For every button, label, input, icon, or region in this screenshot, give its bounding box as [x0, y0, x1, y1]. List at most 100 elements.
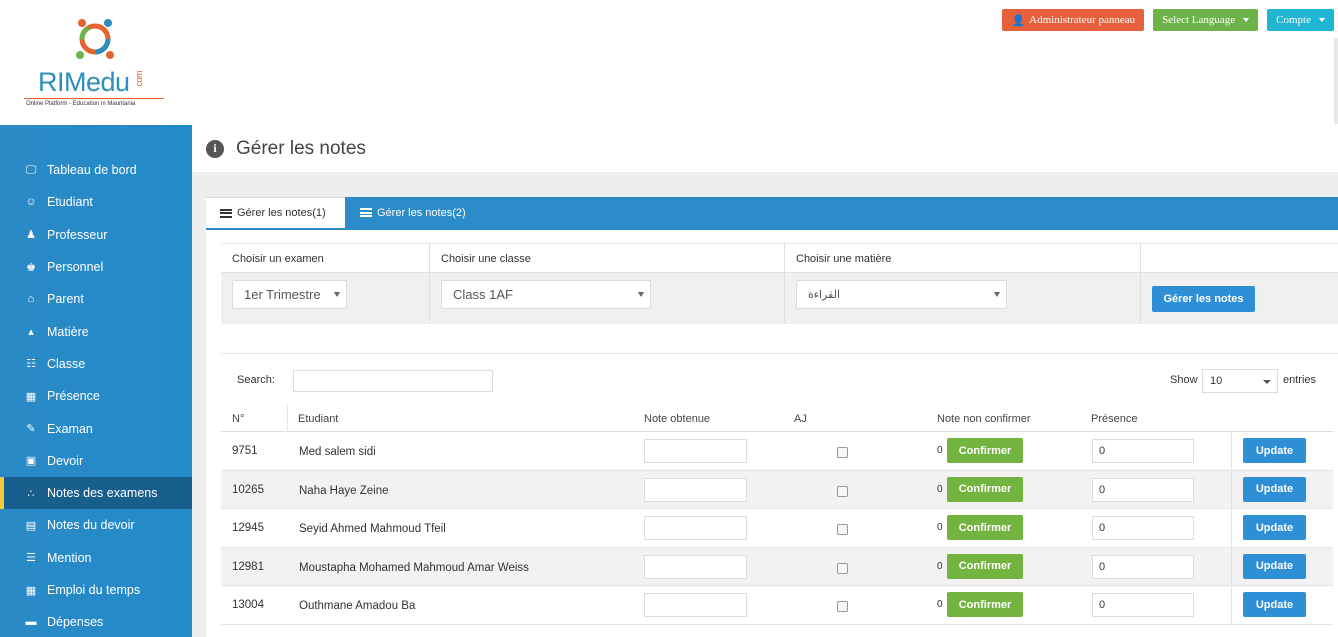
- search-input[interactable]: [293, 370, 493, 392]
- update-button[interactable]: Update: [1243, 592, 1306, 618]
- sidebar-item-label: Devoir: [47, 453, 84, 468]
- search-label: Search:: [237, 374, 275, 386]
- sidebar-item-4[interactable]: ⌂ Parent: [0, 283, 192, 315]
- update-button[interactable]: Update: [1243, 553, 1306, 579]
- chevron-down-icon: [638, 292, 644, 297]
- tab-manage-notes-2[interactable]: Gérer les notes(2): [360, 197, 466, 228]
- list-icon: [220, 208, 232, 218]
- aj-checkbox[interactable]: [837, 524, 848, 536]
- col-unconfirmed[interactable]: Note non confirmer: [937, 413, 1031, 425]
- brand-name: RIMedu com: [38, 67, 144, 97]
- credit-card-icon: ▬: [25, 616, 37, 629]
- update-button[interactable]: Update: [1243, 515, 1306, 541]
- select-language-button[interactable]: Select Language: [1153, 9, 1259, 31]
- student-name: Naha Haye Zeine: [299, 484, 389, 497]
- sidebar-item-0[interactable]: 🖵 Tableau de bord: [0, 154, 192, 186]
- list-icon: [360, 208, 372, 217]
- sidebar-item-7[interactable]: ▦ Présence: [0, 380, 192, 412]
- sidebar-item-1[interactable]: ☺ Etudiant: [0, 186, 192, 218]
- manage-notes-button[interactable]: Gérer les notes: [1152, 286, 1255, 312]
- entries-label: entries: [1283, 374, 1317, 386]
- presence-input[interactable]: 0: [1092, 477, 1194, 502]
- sidebar-item-11[interactable]: ▤ Notes du devoir: [0, 509, 192, 541]
- entries-select[interactable]: 10: [1202, 369, 1278, 393]
- filter-form: Choisir un examen Choisir une classe Cho…: [221, 243, 1338, 324]
- sitemap-icon: ∴: [27, 487, 35, 500]
- confirm-button[interactable]: Confirmer: [947, 438, 1023, 463]
- table-row: 9751 Med salem sidi 0 Confirmer 0 Update: [221, 432, 1333, 471]
- sidebar-item-12[interactable]: ☰ Mention: [0, 542, 192, 574]
- note-input[interactable]: [644, 516, 747, 541]
- sidebar-item-13[interactable]: ▦ Emploi du temps: [0, 574, 192, 606]
- update-button[interactable]: Update: [1243, 476, 1306, 502]
- table-header: N° Etudiant Note obtenue AJ Note non con…: [221, 405, 1333, 432]
- teacher-icon: ♟: [26, 229, 36, 242]
- row-number: 12945: [232, 522, 264, 535]
- unconfirmed-note: 0: [937, 560, 943, 572]
- confirm-button[interactable]: Confirmer: [947, 515, 1023, 541]
- note-input[interactable]: [644, 439, 747, 463]
- student-name: Outhmane Amadou Ba: [299, 600, 416, 613]
- note-input[interactable]: [644, 554, 747, 579]
- tab-underline: [206, 228, 1338, 230]
- note-input[interactable]: [644, 477, 747, 502]
- sidebar-item-label: Dépenses: [47, 615, 104, 630]
- user-icon: 👤: [1011, 14, 1026, 27]
- sidebar-item-14[interactable]: ▬ Dépenses: [0, 606, 192, 637]
- col-student[interactable]: Etudiant: [298, 413, 338, 425]
- sidebar-item-3[interactable]: ♚ Personnel: [0, 251, 192, 283]
- presence-input[interactable]: 0: [1092, 439, 1194, 463]
- caret-down-icon: [1243, 18, 1250, 22]
- col-aj[interactable]: AJ: [794, 413, 807, 425]
- sidebar-item-label: Emploi du temps: [47, 583, 141, 597]
- list-icon: ☰: [26, 552, 36, 565]
- sidebar-item-label: Matière: [47, 324, 89, 339]
- col-note[interactable]: Note obtenue: [644, 413, 710, 425]
- presence-input[interactable]: 0: [1092, 554, 1194, 579]
- subject-select[interactable]: القراءة: [796, 280, 1007, 309]
- sidebar-item-8[interactable]: ✎ Examan: [0, 412, 192, 444]
- confirm-button[interactable]: Confirmer: [947, 476, 1023, 502]
- scrollbar[interactable]: [1334, 38, 1338, 124]
- confirm-button[interactable]: Confirmer: [947, 592, 1023, 618]
- account-button[interactable]: Compte: [1267, 9, 1334, 31]
- col-presence[interactable]: Présence: [1091, 413, 1137, 425]
- show-label: Show: [1170, 374, 1198, 386]
- sidebar-item-label: Parent: [47, 292, 84, 307]
- subject-label: Choisir une matière: [796, 253, 892, 265]
- update-button[interactable]: Update: [1243, 438, 1306, 463]
- col-num[interactable]: N°: [232, 413, 244, 425]
- exam-select[interactable]: 1er Trimestre: [232, 280, 347, 309]
- unconfirmed-note: 0: [937, 483, 943, 495]
- sidebar-item-9[interactable]: ▣ Devoir: [0, 445, 192, 477]
- exam-label: Choisir un examen: [232, 253, 324, 265]
- sidebar-item-6[interactable]: ☷ Classe: [0, 348, 192, 380]
- unconfirmed-note: 0: [937, 599, 943, 611]
- notes-panel: Gérer les notes(1) Gérer les notes(2) Ch…: [206, 197, 1338, 637]
- sidebar-item-label: Personnel: [47, 260, 104, 275]
- staff-icon: ♚: [26, 261, 36, 274]
- aj-checkbox[interactable]: [837, 601, 848, 613]
- chevron-down-icon: [1263, 380, 1271, 384]
- aj-checkbox[interactable]: [837, 562, 848, 574]
- row-number: 13004: [232, 599, 264, 612]
- presence-input[interactable]: 0: [1092, 593, 1194, 618]
- admin-panel-button[interactable]: 👤 Administrateur panneau: [1002, 9, 1145, 31]
- presence-input[interactable]: 0: [1092, 516, 1194, 541]
- sidebar-item-2[interactable]: ♟ Professeur: [0, 219, 192, 251]
- sidebar-item-label: Notes du devoir: [47, 518, 135, 533]
- aj-checkbox[interactable]: [837, 485, 848, 497]
- parent-icon: ⌂: [27, 293, 35, 306]
- confirm-button[interactable]: Confirmer: [947, 553, 1023, 579]
- notes-table: N° Etudiant Note obtenue AJ Note non con…: [221, 405, 1333, 625]
- sidebar-item-10[interactable]: ∴ Notes des examens: [0, 476, 192, 510]
- calendar-icon: ▦: [25, 584, 37, 597]
- logo[interactable]: RIMedu com Online Platform - Education in…: [10, 5, 180, 113]
- aj-checkbox[interactable]: [837, 447, 848, 458]
- student-name: Med salem sidi: [299, 446, 376, 458]
- tab-manage-notes-1[interactable]: Gérer les notes(1): [206, 197, 345, 228]
- class-label: Choisir une classe: [441, 253, 531, 265]
- note-input[interactable]: [644, 593, 747, 618]
- sidebar-item-5[interactable]: ▴ Matière: [0, 315, 192, 347]
- class-select[interactable]: Class 1AF: [441, 280, 651, 309]
